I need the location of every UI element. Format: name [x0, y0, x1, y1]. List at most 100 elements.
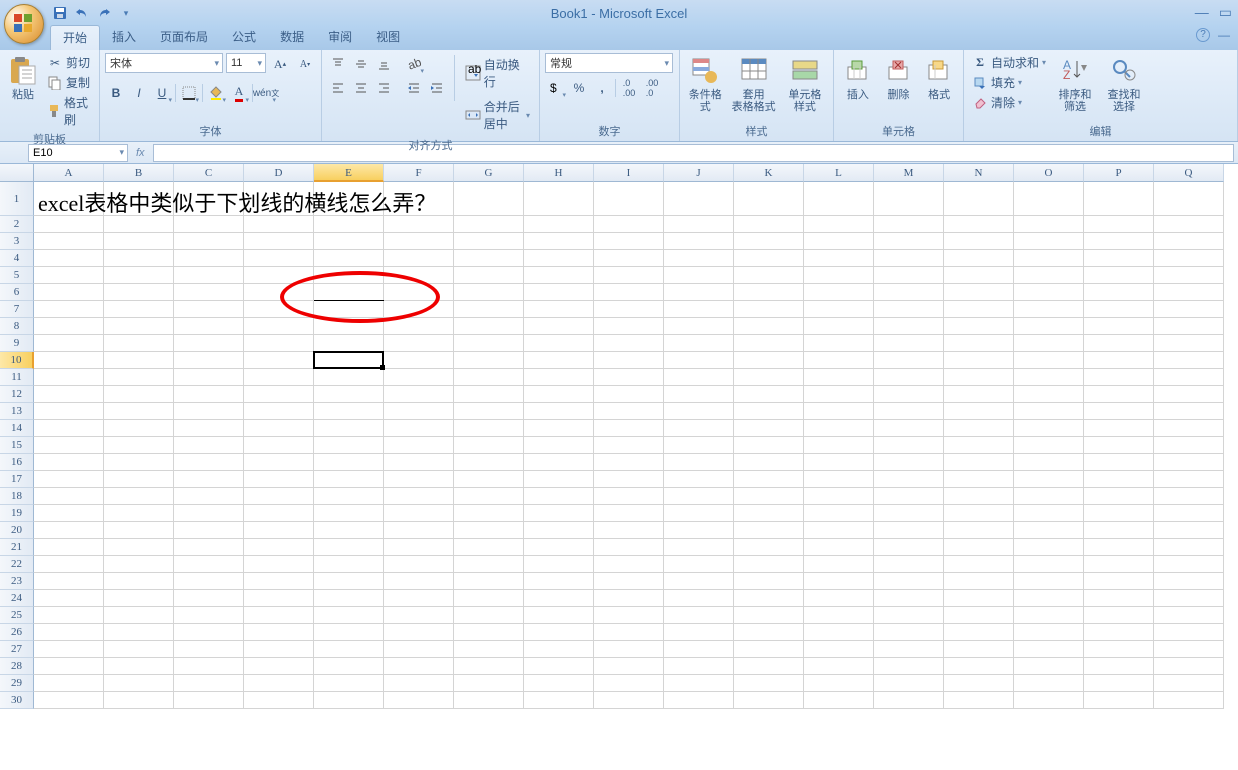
row-header-15[interactable]: 15	[0, 437, 34, 454]
col-header-P[interactable]: P	[1084, 164, 1154, 182]
row-header-25[interactable]: 25	[0, 607, 34, 624]
col-header-J[interactable]: J	[664, 164, 734, 182]
font-name-combo[interactable]: 宋体	[105, 53, 223, 73]
name-box[interactable]: E10	[28, 144, 128, 162]
align-left-button[interactable]	[327, 77, 349, 99]
row-header-6[interactable]: 6	[0, 284, 34, 301]
underline-button[interactable]: U	[151, 82, 173, 104]
minimize-ribbon-button[interactable]: —	[1218, 28, 1230, 42]
row-header-10[interactable]: 10	[0, 352, 34, 369]
delete-cells-button[interactable]: 删除	[880, 53, 918, 103]
col-header-D[interactable]: D	[244, 164, 314, 182]
accounting-format-button[interactable]: $	[545, 77, 567, 99]
undo-icon[interactable]	[72, 3, 92, 23]
maximize-button[interactable]: ▭	[1219, 4, 1232, 21]
cell-grid[interactable]: excel表格中类似于下划线的横线怎么弄？	[34, 182, 1238, 768]
col-header-B[interactable]: B	[104, 164, 174, 182]
format-cells-button[interactable]: 格式	[920, 53, 958, 103]
col-header-L[interactable]: L	[804, 164, 874, 182]
tab-3[interactable]: 公式	[220, 25, 268, 50]
format-table-button[interactable]: 套用 表格格式	[729, 53, 779, 115]
row-header-17[interactable]: 17	[0, 471, 34, 488]
minimize-button[interactable]: —	[1195, 4, 1209, 21]
col-header-F[interactable]: F	[384, 164, 454, 182]
office-button[interactable]	[4, 4, 44, 44]
wrap-text-button[interactable]: ab自动换行	[461, 53, 534, 93]
tab-0[interactable]: 开始	[50, 25, 100, 50]
col-header-M[interactable]: M	[874, 164, 944, 182]
align-middle-button[interactable]	[350, 53, 372, 75]
select-all-corner[interactable]	[0, 164, 34, 182]
font-color-button[interactable]: A	[228, 82, 250, 104]
find-select-button[interactable]: 查找和 选择	[1101, 53, 1147, 115]
row-header-16[interactable]: 16	[0, 454, 34, 471]
row-header-20[interactable]: 20	[0, 522, 34, 539]
align-center-button[interactable]	[350, 77, 372, 99]
comma-button[interactable]: ,	[591, 77, 613, 99]
row-header-19[interactable]: 19	[0, 505, 34, 522]
percent-button[interactable]: %	[568, 77, 590, 99]
row-header-3[interactable]: 3	[0, 233, 34, 250]
italic-button[interactable]: I	[128, 82, 150, 104]
row-header-11[interactable]: 11	[0, 369, 34, 386]
row-header-1[interactable]: 1	[0, 182, 34, 216]
conditional-format-button[interactable]: 条件格式	[685, 53, 726, 115]
format-painter-button[interactable]: 格式刷	[44, 93, 94, 129]
increase-decimal-button[interactable]: .0.00	[618, 77, 640, 99]
font-size-combo[interactable]: 11	[226, 53, 266, 73]
align-right-button[interactable]	[373, 77, 395, 99]
row-header-4[interactable]: 4	[0, 250, 34, 267]
orientation-button[interactable]: ab	[403, 53, 425, 75]
row-header-21[interactable]: 21	[0, 539, 34, 556]
col-header-A[interactable]: A	[34, 164, 104, 182]
row-header-27[interactable]: 27	[0, 641, 34, 658]
row-header-22[interactable]: 22	[0, 556, 34, 573]
row-header-23[interactable]: 23	[0, 573, 34, 590]
col-header-H[interactable]: H	[524, 164, 594, 182]
formula-bar[interactable]	[153, 144, 1234, 162]
increase-font-button[interactable]: A▴	[269, 53, 291, 75]
number-format-combo[interactable]: 常规	[545, 53, 673, 73]
decrease-font-button[interactable]: A▾	[294, 53, 316, 75]
col-header-K[interactable]: K	[734, 164, 804, 182]
row-header-24[interactable]: 24	[0, 590, 34, 607]
fill-button[interactable]: 填充▾	[969, 73, 1049, 92]
decrease-decimal-button[interactable]: .00.0	[641, 77, 663, 99]
align-bottom-button[interactable]	[373, 53, 395, 75]
clear-button[interactable]: 清除▾	[969, 93, 1049, 112]
row-header-14[interactable]: 14	[0, 420, 34, 437]
fill-color-button[interactable]	[205, 82, 227, 104]
copy-button[interactable]: 复制	[44, 73, 94, 92]
col-header-N[interactable]: N	[944, 164, 1014, 182]
row-header-8[interactable]: 8	[0, 318, 34, 335]
row-header-28[interactable]: 28	[0, 658, 34, 675]
row-header-12[interactable]: 12	[0, 386, 34, 403]
col-header-O[interactable]: O	[1014, 164, 1084, 182]
border-button[interactable]	[178, 82, 200, 104]
fx-icon[interactable]: fx	[136, 147, 145, 159]
col-header-Q[interactable]: Q	[1154, 164, 1224, 182]
save-icon[interactable]	[50, 3, 70, 23]
row-header-5[interactable]: 5	[0, 267, 34, 284]
row-header-7[interactable]: 7	[0, 301, 34, 318]
cell-styles-button[interactable]: 单元格 样式	[782, 53, 828, 115]
increase-indent-button[interactable]	[426, 77, 448, 99]
phonetic-button[interactable]: wén文	[255, 82, 277, 104]
merge-center-button[interactable]: 合并后居中▾	[461, 95, 534, 135]
tab-5[interactable]: 审阅	[316, 25, 364, 50]
sort-filter-button[interactable]: AZ排序和 筛选	[1052, 53, 1098, 115]
cut-button[interactable]: ✂剪切	[44, 53, 94, 72]
redo-icon[interactable]	[94, 3, 114, 23]
col-header-G[interactable]: G	[454, 164, 524, 182]
col-header-C[interactable]: C	[174, 164, 244, 182]
align-top-button[interactable]	[327, 53, 349, 75]
help-icon[interactable]: ?	[1196, 28, 1210, 42]
bold-button[interactable]: B	[105, 82, 127, 104]
row-header-18[interactable]: 18	[0, 488, 34, 505]
paste-button[interactable]: 粘贴	[5, 53, 41, 103]
insert-cells-button[interactable]: 插入	[839, 53, 877, 103]
decrease-indent-button[interactable]	[403, 77, 425, 99]
row-header-13[interactable]: 13	[0, 403, 34, 420]
row-header-29[interactable]: 29	[0, 675, 34, 692]
qat-customize-icon[interactable]: ▾	[116, 3, 136, 23]
